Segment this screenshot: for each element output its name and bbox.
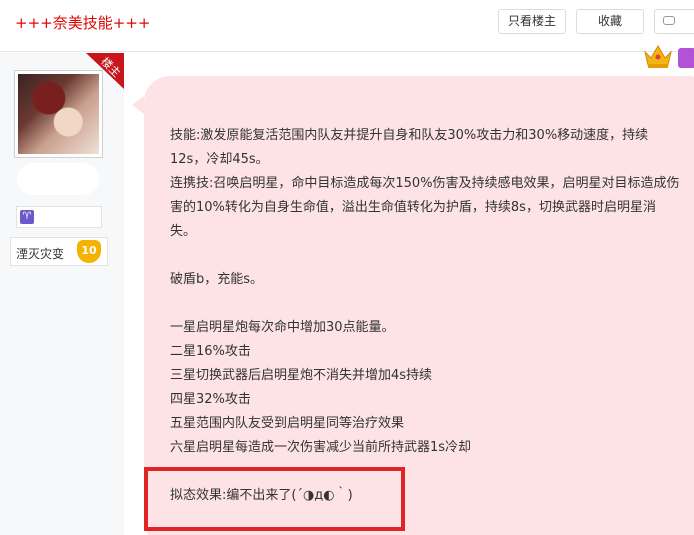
username-placeholder[interactable] xyxy=(17,163,99,195)
star-6-text: 六星启明星每造成一次伤害减少当前所持武器1s冷却 xyxy=(170,440,472,455)
avatar-image xyxy=(18,74,99,154)
aries-icon: ♈ xyxy=(20,210,34,224)
thread-title: +++奈美技能+++ xyxy=(15,14,151,32)
highlight-box xyxy=(144,467,405,531)
reply-bubble-icon xyxy=(663,16,675,25)
star-3-text: 三星切换武器后启明星炮不消失并增加4s持续 xyxy=(170,368,433,383)
star-4-text: 四星32%攻击 xyxy=(170,392,251,407)
rank-badge[interactable]: 湮灭灾变 10 xyxy=(10,237,108,266)
star-2-text: 二星16%攻击 xyxy=(170,344,251,359)
rank-label: 湮灭灾变 xyxy=(16,247,65,261)
combo-text: 连携技:召唤启明星，命中目标造成每次150%伤害及持续感电效果，启明星对目标造成… xyxy=(170,176,680,239)
reply-button[interactable] xyxy=(654,9,694,34)
level-icon: 10 xyxy=(77,240,101,263)
star-1-text: 一星启明星炮每次命中增加30点能量。 xyxy=(170,320,395,335)
only-op-button[interactable]: 只看楼主 xyxy=(498,9,566,34)
skill-text: 技能:激发原能复活范围内队友并提升自身和队友30%攻击力和30%移动速度，持续1… xyxy=(170,128,649,167)
zodiac-badge: ♈ xyxy=(16,206,102,228)
thread-header: +++奈美技能+++ 只看楼主 收藏 xyxy=(0,0,694,52)
member-icon[interactable] xyxy=(678,48,694,68)
crown-icon xyxy=(644,45,672,68)
bubble-tip xyxy=(132,96,144,114)
shield-text: 破盾b，充能s。 xyxy=(170,272,264,287)
star-5-text: 五星范围内队友受到启明星同等治疗效果 xyxy=(170,416,405,431)
favorite-button[interactable]: 收藏 xyxy=(576,9,644,34)
post-content: 技能:激发原能复活范围内队友并提升自身和队友30%攻击力和30%移动速度，持续1… xyxy=(170,124,680,508)
avatar[interactable] xyxy=(14,70,103,158)
